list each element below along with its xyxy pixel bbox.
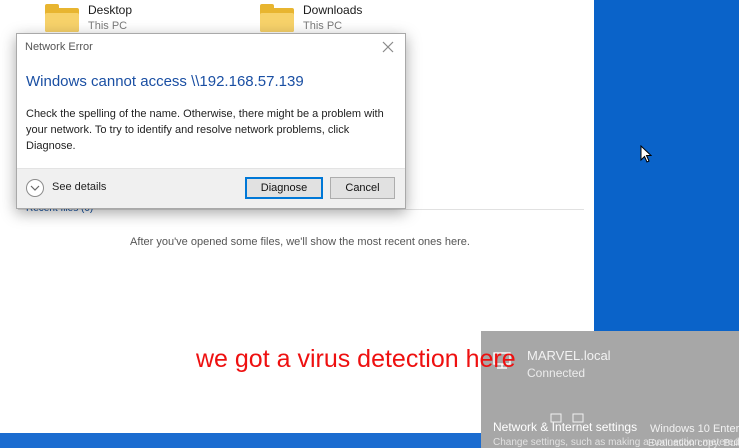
network-settings-link[interactable]: Network & Internet settings bbox=[493, 420, 637, 434]
overlay-caption: we got a virus detection here bbox=[196, 345, 516, 373]
network-status: Connected bbox=[527, 366, 586, 380]
windows-watermark-build: Evaluation copy. Build bbox=[648, 438, 739, 448]
item-location: This PC bbox=[303, 20, 343, 32]
item-name: Desktop bbox=[88, 3, 133, 17]
divider bbox=[18, 209, 584, 210]
folder-icon bbox=[260, 4, 294, 32]
item-name: Downloads bbox=[303, 3, 363, 17]
close-button[interactable] bbox=[379, 38, 397, 56]
taskbar bbox=[0, 433, 481, 448]
dialog-footer: See details Diagnose Cancel bbox=[17, 168, 405, 208]
mouse-cursor-icon bbox=[640, 145, 652, 163]
diagnose-button[interactable]: Diagnose bbox=[245, 177, 323, 199]
windows-watermark: Windows 10 Enter bbox=[650, 423, 739, 435]
close-icon bbox=[382, 41, 394, 53]
see-details-label: See details bbox=[52, 181, 107, 193]
network-error-dialog: Network Error Windows cannot access \\19… bbox=[16, 33, 406, 209]
dialog-heading: Windows cannot access \\192.168.57.139 bbox=[26, 73, 304, 90]
dialog-title: Network Error bbox=[25, 41, 93, 53]
folder-icon bbox=[45, 4, 79, 32]
cancel-button[interactable]: Cancel bbox=[330, 177, 395, 199]
network-name[interactable]: MARVEL.local bbox=[527, 348, 611, 363]
recent-empty-message: After you've opened some files, we'll sh… bbox=[130, 236, 470, 248]
item-location: This PC bbox=[88, 20, 128, 32]
dialog-message: Check the spelling of the name. Otherwis… bbox=[26, 108, 384, 152]
chevron-down-icon bbox=[26, 179, 44, 197]
